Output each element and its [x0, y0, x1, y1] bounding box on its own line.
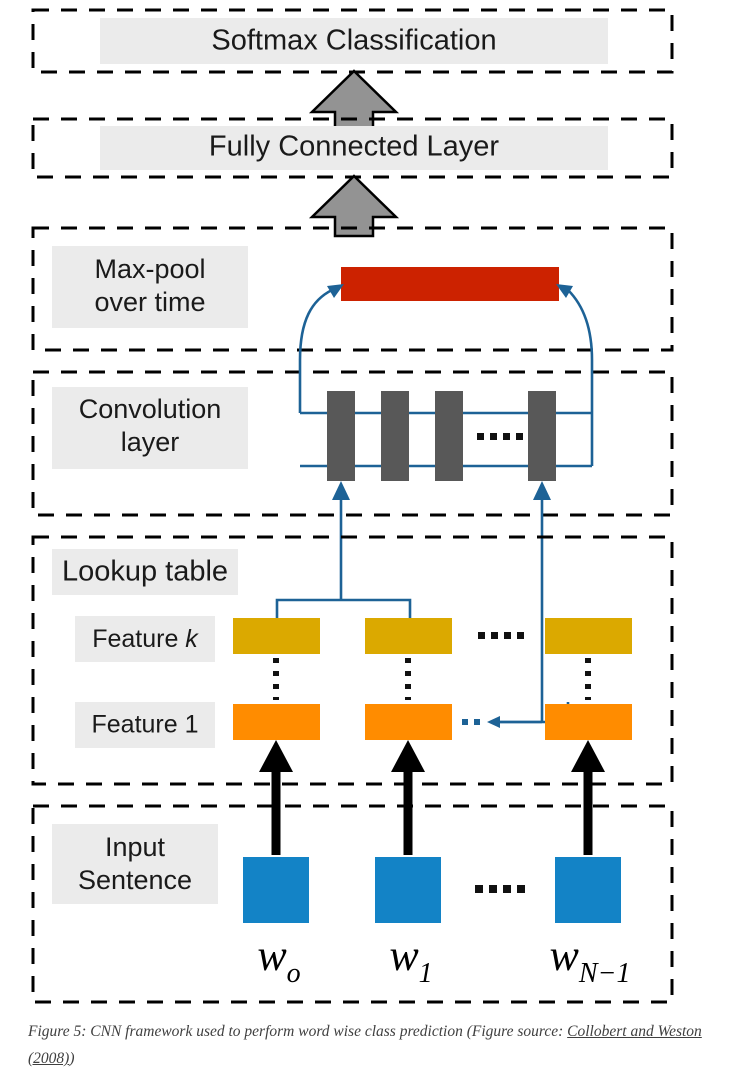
figure-caption: Figure 5: CNN framework used to perform …	[28, 1018, 718, 1072]
word-label-1: w1	[389, 931, 432, 989]
connector-arrowhead-feature1	[487, 716, 500, 728]
feature-k-box-2	[365, 618, 452, 654]
convolution-label-line1: Convolution	[79, 394, 222, 424]
figure-container: Softmax Classification Fully Connected L…	[0, 0, 744, 1090]
caption-tail: )	[69, 1050, 75, 1068]
feature-k-box-3	[545, 618, 632, 654]
input-label-line2: Sentence	[78, 865, 192, 895]
feature-k-label: Feature k	[92, 625, 199, 653]
word-box-2	[375, 857, 441, 923]
word-label-0: wo	[257, 931, 300, 989]
connector-arrowhead-conv-left	[332, 481, 350, 500]
conv-bar-3	[435, 391, 463, 481]
conv-ellipsis	[477, 433, 523, 440]
softmax-label: Softmax Classification	[211, 25, 496, 57]
feature-k-ellipsis	[478, 632, 524, 639]
maxpool-label-line2: over time	[94, 287, 205, 317]
feature-1-box-2	[365, 704, 452, 740]
input-to-lookup-arrows	[259, 740, 605, 855]
feature-1-label: Feature 1	[91, 711, 198, 739]
connector-arrowhead-conv-right	[533, 481, 551, 500]
grey-arrow-to-softmax	[308, 69, 400, 133]
feature-1-box-1	[233, 704, 320, 740]
feature-1-box-3	[545, 704, 632, 740]
caption-text: Figure 5: CNN framework used to perform …	[28, 1023, 568, 1040]
feature1-ellipsis-blue	[462, 719, 480, 725]
connector-feature-bracket	[275, 598, 412, 618]
word-box-3	[555, 857, 621, 923]
conv-bar-2	[381, 391, 409, 481]
convolution-label-line2: layer	[121, 427, 180, 457]
feature-k-box-1	[233, 618, 320, 654]
conv-bar-4	[528, 391, 556, 481]
cnn-framework-diagram: Softmax Classification Fully Connected L…	[31, 8, 674, 1004]
input-ellipsis	[475, 885, 525, 893]
fully-connected-label: Fully Connected Layer	[209, 131, 499, 163]
connector-conv-right-to-pool	[567, 289, 594, 466]
conv-bar-1	[327, 391, 355, 481]
maxpool-label-line1: Max-pool	[94, 254, 205, 284]
input-label-line1: Input	[105, 832, 166, 862]
word-box-1	[243, 857, 309, 923]
lookup-table-label: Lookup table	[62, 556, 228, 588]
word-label-n: wN−1	[550, 931, 631, 989]
maxpool-output-bar	[341, 267, 559, 301]
